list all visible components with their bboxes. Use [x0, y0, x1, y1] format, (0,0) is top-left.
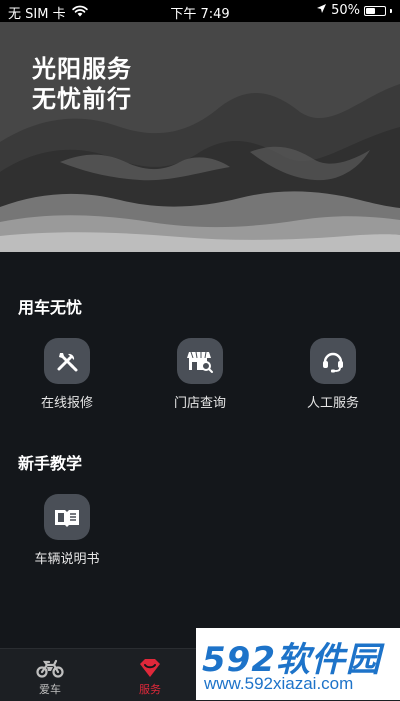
- store-search-icon: [177, 338, 223, 384]
- watermark-overlay: 592软件园 www.592xiazai.com: [196, 628, 400, 700]
- book-icon: [44, 494, 90, 540]
- tab-label: 爱车: [39, 683, 61, 696]
- hero-title: 光阳服务 无忧前行: [32, 54, 132, 114]
- hero-title-line1: 光阳服务: [32, 55, 132, 83]
- watermark-url: www.592xiazai.com: [204, 674, 354, 693]
- service-online-repair[interactable]: 在线报修: [12, 338, 122, 411]
- battery-fill: [366, 7, 375, 14]
- service-label: 在线报修: [40, 396, 93, 411]
- service-customer-support[interactable]: 人工服务: [278, 338, 388, 411]
- service-label: 车辆说明书: [34, 552, 100, 567]
- headset-icon: [310, 338, 356, 384]
- heart-diamond-icon: [136, 656, 164, 680]
- service-label: 门店查询: [173, 396, 226, 411]
- section-title-tutorial: 新手教学: [18, 454, 83, 473]
- hero-banner: 光阳服务 无忧前行: [0, 22, 400, 252]
- location-arrow-icon: [316, 3, 327, 18]
- section-title-car-care: 用车无忧: [18, 298, 83, 317]
- service-label: 人工服务: [306, 396, 359, 411]
- battery-cap: [390, 8, 392, 13]
- service-vehicle-manual[interactable]: 车辆说明书: [12, 494, 122, 567]
- battery-percent: 50%: [331, 3, 360, 18]
- tab-label: 服务: [139, 683, 161, 696]
- service-store-search[interactable]: 门店查询: [145, 338, 255, 411]
- tab-my-vehicle[interactable]: 爱车: [10, 649, 90, 697]
- tab-service[interactable]: 服务: [110, 649, 190, 697]
- motorcycle-icon: [36, 656, 64, 680]
- hero-title-line2: 无忧前行: [32, 85, 132, 113]
- battery-icon: [364, 5, 386, 16]
- wrench-screwdriver-icon: [44, 338, 90, 384]
- status-right: 50%: [316, 3, 392, 18]
- status-bar: 无 SIM 卡 下午 7:49 50%: [0, 0, 400, 22]
